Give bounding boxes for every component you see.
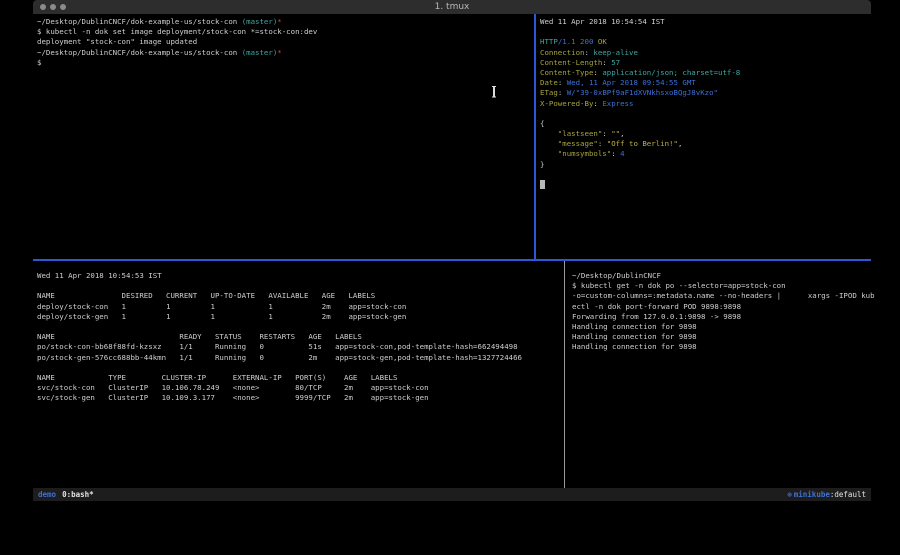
terminal-line: deployment "stock-con" image updated bbox=[37, 37, 538, 47]
terminal-line: { bbox=[540, 119, 875, 129]
terminal-line: Handling connection for 9898 bbox=[572, 342, 877, 352]
terminal-line bbox=[540, 180, 875, 190]
terminal-line: po/stock-con-bb68f88fd-kzsxz 1/1 Running… bbox=[37, 342, 568, 352]
close-button[interactable] bbox=[40, 4, 46, 10]
terminal-line: } bbox=[540, 160, 875, 170]
terminal-line: NAME TYPE CLUSTER-IP EXTERNAL-IP PORT(S)… bbox=[37, 373, 568, 383]
terminal-line: svc/stock-con ClusterIP 10.106.78.249 <n… bbox=[37, 383, 568, 393]
terminal-line bbox=[37, 281, 568, 291]
terminal-line: "numsymbols": 4 bbox=[540, 149, 875, 159]
terminal-line: $ kubectl get -n dok po --selector=app=s… bbox=[572, 281, 877, 291]
terminal-line bbox=[540, 170, 875, 180]
mouse-ibeam-cursor bbox=[490, 85, 497, 98]
terminal-line: ~/Desktop/DublinCNCF/dok-example-us/stoc… bbox=[37, 48, 538, 58]
terminal-line: Date: Wed, 11 Apr 2018 09:54:55 GMT bbox=[540, 78, 875, 88]
minimize-button[interactable] bbox=[50, 4, 56, 10]
terminal-window: 1. tmux ~/Desktop/DublinCNCF/dok-example… bbox=[33, 0, 871, 501]
terminal-line: "lastseen": "", bbox=[540, 129, 875, 139]
zoom-button[interactable] bbox=[60, 4, 66, 10]
terminal-line bbox=[540, 109, 875, 119]
terminal-line: "message": "Off to Berlin!", bbox=[540, 139, 875, 149]
terminal-line: Wed 11 Apr 2018 10:54:53 IST bbox=[37, 271, 568, 281]
terminal-line: ~/Desktop/DublinCNCF/dok-example-us/stoc… bbox=[37, 17, 538, 27]
terminal-line: $ kubectl -n dok set image deployment/st… bbox=[37, 27, 538, 37]
traffic-lights bbox=[40, 4, 66, 10]
terminal-line: deploy/stock-con 1 1 1 1 2m app=stock-co… bbox=[37, 302, 568, 312]
window-titlebar[interactable]: 1. tmux bbox=[33, 0, 871, 14]
pane-bottom-right-port-forward[interactable]: ~/Desktop/DublinCNCF$ kubectl get -n dok… bbox=[566, 261, 877, 498]
terminal-line: HTTP/1.1 200 OK bbox=[540, 37, 875, 47]
terminal-line: deploy/stock-gen 1 1 1 1 2m app=stock-ge… bbox=[37, 312, 568, 322]
terminal-line: Connection: keep-alive bbox=[540, 48, 875, 58]
terminal-line: Forwarding from 127.0.0.1:9898 -> 9898 bbox=[572, 312, 877, 322]
terminal-line: Handling connection for 9898 bbox=[572, 322, 877, 332]
terminal-line: svc/stock-gen ClusterIP 10.109.3.177 <no… bbox=[37, 393, 568, 403]
pane-top-right-http[interactable]: Wed 11 Apr 2018 10:54:54 IST HTTP/1.1 20… bbox=[536, 14, 875, 262]
terminal-line: po/stock-gen-576cc688bb-44kmn 1/1 Runnin… bbox=[37, 353, 568, 363]
terminal-line: Content-Type: application/json; charset=… bbox=[540, 68, 875, 78]
terminal-line: Wed 11 Apr 2018 10:54:54 IST bbox=[540, 17, 875, 27]
terminal-line: NAME DESIRED CURRENT UP-TO-DATE AVAILABL… bbox=[37, 291, 568, 301]
terminal-line bbox=[37, 363, 568, 373]
screen: 1. tmux ~/Desktop/DublinCNCF/dok-example… bbox=[0, 0, 900, 555]
terminal-line: -o=custom-columns=:metadata.name --no-he… bbox=[572, 291, 877, 301]
terminal-line: Handling connection for 9898 bbox=[572, 332, 877, 342]
pane-divider-vertical-bottom[interactable] bbox=[564, 261, 565, 488]
terminal-line: X-Powered-By: Express bbox=[540, 99, 875, 109]
terminal-line: ~/Desktop/DublinCNCF bbox=[572, 271, 877, 281]
block-cursor bbox=[540, 180, 545, 189]
terminal-line: NAME READY STATUS RESTARTS AGE LABELS bbox=[37, 332, 568, 342]
window-title: 1. tmux bbox=[33, 2, 871, 12]
terminal-line bbox=[37, 322, 568, 332]
terminal-line: Content-Length: 57 bbox=[540, 58, 875, 68]
pane-top-left-shell[interactable]: ~/Desktop/DublinCNCF/dok-example-us/stoc… bbox=[33, 14, 538, 262]
pane-bottom-left-kubectl-get[interactable]: Wed 11 Apr 2018 10:54:53 IST NAME DESIRE… bbox=[33, 261, 568, 498]
terminal-line bbox=[540, 27, 875, 37]
tmux-content: ~/Desktop/DublinCNCF/dok-example-us/stoc… bbox=[33, 14, 871, 488]
terminal-line: ETag: W/"39-0xBPf9aF1dXVNkhsxoBQgJ8vKzo" bbox=[540, 88, 875, 98]
terminal-line: ectl -n dok port-forward POD 9898:9898 bbox=[572, 302, 877, 312]
terminal-line: $ bbox=[37, 58, 538, 68]
